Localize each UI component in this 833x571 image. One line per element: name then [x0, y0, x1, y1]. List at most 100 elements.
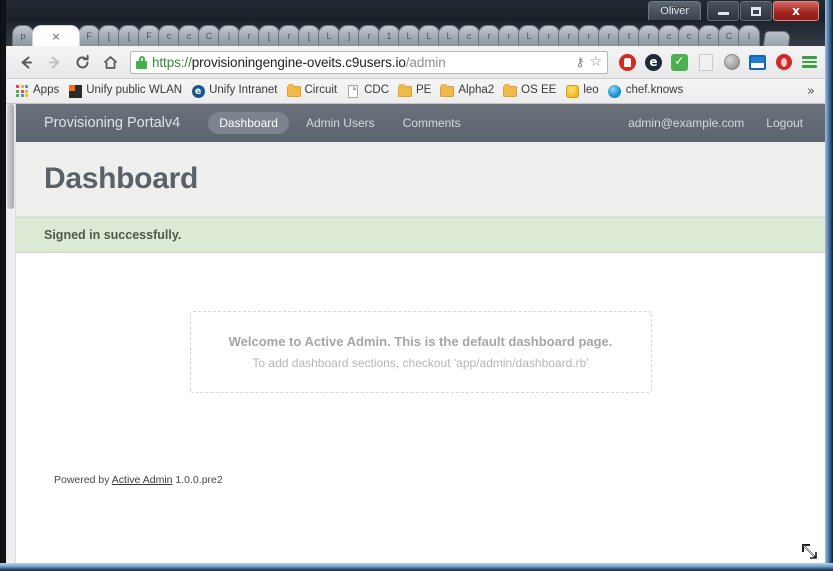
- bookmark-item-os-ee[interactable]: OS EE: [500, 81, 562, 101]
- tab-item[interactable]: L: [398, 25, 420, 46]
- tab-label: [: [107, 31, 111, 41]
- nav-item-admin-users[interactable]: Admin Users: [295, 112, 386, 134]
- forward-button[interactable]: [40, 48, 68, 76]
- tab-item[interactable]: L: [438, 25, 460, 46]
- tab-item[interactable]: [: [98, 25, 120, 46]
- logout-link[interactable]: Logout: [766, 116, 803, 130]
- url-path: /admin: [405, 54, 446, 70]
- current-user-email[interactable]: admin@example.com: [628, 116, 744, 130]
- bookmark-item-cdc[interactable]: CDC: [343, 81, 395, 101]
- tab-label: I: [747, 31, 751, 41]
- tab-item[interactable]: F: [78, 25, 100, 46]
- bookmark-item-chef-knows[interactable]: chef.knows: [605, 81, 690, 101]
- tab-item[interactable]: [: [298, 25, 320, 46]
- bookmark-item-apps[interactable]: Apps: [12, 81, 65, 101]
- address-bar[interactable]: https://provisioningengine-oveits.c9user…: [130, 50, 608, 74]
- tab-item[interactable]: L: [318, 25, 340, 46]
- bookmark-item-unify-public-wlan[interactable]: Unify public WLAN: [65, 81, 188, 101]
- tab-item[interactable]: r: [498, 25, 520, 46]
- tab-item[interactable]: c: [458, 25, 480, 46]
- home-button[interactable]: [96, 48, 124, 76]
- tab-item[interactable]: c: [678, 25, 700, 46]
- folder-icon: [398, 83, 413, 98]
- tab-item[interactable]: p: [12, 25, 34, 46]
- tab-item[interactable]: C: [718, 25, 740, 46]
- tab-label: F: [146, 31, 152, 41]
- active-admin-link[interactable]: Active Admin: [112, 474, 173, 486]
- user-profile-button[interactable]: Oliver: [648, 1, 701, 20]
- tab-item[interactable]: r: [598, 25, 620, 46]
- tab-item[interactable]: L: [518, 25, 540, 46]
- tab-label: L: [426, 31, 432, 41]
- bookmark-item-circuit[interactable]: Circuit: [284, 81, 344, 101]
- tab-item[interactable]: r: [578, 25, 600, 46]
- footer-version: 1.0.0.pre2: [175, 474, 223, 486]
- tab-item[interactable]: r: [538, 25, 560, 46]
- tab-item[interactable]: r: [558, 25, 580, 46]
- tab-label: r: [607, 31, 611, 41]
- tab-label: r: [367, 31, 371, 41]
- tab-label: C: [725, 31, 733, 41]
- browser-toolbar: https://provisioningengine-oveits.c9user…: [6, 46, 825, 79]
- page-scrollbar-thumb[interactable]: [7, 104, 14, 209]
- tab-item[interactable]: F: [138, 25, 160, 46]
- tab-item[interactable]: I: [738, 25, 760, 46]
- bookmark-item-alpha2[interactable]: Alpha2: [437, 81, 500, 101]
- blue-window-icon[interactable]: [748, 53, 767, 72]
- tab-item[interactable]: r: [478, 25, 500, 46]
- bookmark-label: CDC: [364, 84, 390, 97]
- ghostery-icon[interactable]: e: [644, 53, 663, 72]
- tab-item[interactable]: r: [238, 25, 260, 46]
- close-button[interactable]: x: [773, 1, 819, 21]
- maximize-button[interactable]: [740, 1, 772, 21]
- window-controls: x: [707, 1, 819, 21]
- nav-item-comments[interactable]: Comments: [392, 112, 472, 134]
- nav-item-dashboard[interactable]: Dashboard: [208, 112, 289, 134]
- tab-item[interactable]: c: [158, 25, 180, 46]
- tab-item[interactable]: r: [358, 25, 380, 46]
- extension-icons: e ✓: [612, 53, 819, 72]
- tab-item[interactable]: r: [278, 25, 300, 46]
- back-button[interactable]: [12, 48, 40, 76]
- document-icon[interactable]: [696, 53, 715, 72]
- tab-active[interactable]: ×: [32, 25, 80, 46]
- bookmark-item-unify-intranet[interactable]: e Unify Intranet: [188, 81, 283, 101]
- tab-label: L: [326, 31, 332, 41]
- tab-item[interactable]: |: [218, 25, 240, 46]
- adblock-icon[interactable]: [618, 53, 637, 72]
- tab-item[interactable]: [: [118, 25, 140, 46]
- tab-item[interactable]: L: [418, 25, 440, 46]
- url-scheme: https://: [152, 54, 192, 70]
- password-key-icon[interactable]: ⚷: [576, 55, 585, 69]
- tab-item[interactable]: 1: [378, 25, 400, 46]
- tab-label: ]: [347, 31, 351, 41]
- checkmark-icon[interactable]: ✓: [670, 53, 689, 72]
- page-content: Welcome to Active Admin. This is the def…: [16, 253, 825, 563]
- tab-item[interactable]: [: [258, 25, 280, 46]
- chrome-menu-icon[interactable]: [800, 53, 819, 72]
- tab-label: [: [307, 31, 311, 41]
- bookmark-star-icon[interactable]: ☆: [589, 54, 602, 70]
- bookmark-item-pe[interactable]: PE: [395, 81, 437, 101]
- opera-icon[interactable]: [774, 53, 793, 72]
- tab-item[interactable]: t: [618, 25, 640, 46]
- bookmarks-overflow-button[interactable]: »: [807, 84, 819, 99]
- tab-item[interactable]: c: [658, 25, 680, 46]
- tab-item[interactable]: ]: [338, 25, 360, 46]
- globe-icon[interactable]: [722, 53, 741, 72]
- tab-item[interactable]: c: [178, 25, 200, 46]
- window-frame-bottom: [0, 563, 833, 571]
- tab-item[interactable]: c: [698, 25, 720, 46]
- minimize-button[interactable]: [707, 1, 739, 21]
- bookmark-label: Unify Intranet: [209, 84, 278, 97]
- page-scrollbar[interactable]: [6, 104, 16, 563]
- tab-item[interactable]: r: [638, 25, 660, 46]
- site-title[interactable]: Provisioning Portalv4: [44, 115, 180, 131]
- reload-button[interactable]: [68, 48, 96, 76]
- tab-item[interactable]: C: [198, 25, 220, 46]
- blank-slate-subtext: To add dashboard sections, checkout 'app…: [252, 356, 589, 370]
- tab-label: r: [487, 31, 491, 41]
- bookmark-item-leo[interactable]: leo: [562, 81, 604, 101]
- new-tab-button[interactable]: [762, 31, 792, 46]
- tab-label: c: [686, 31, 692, 41]
